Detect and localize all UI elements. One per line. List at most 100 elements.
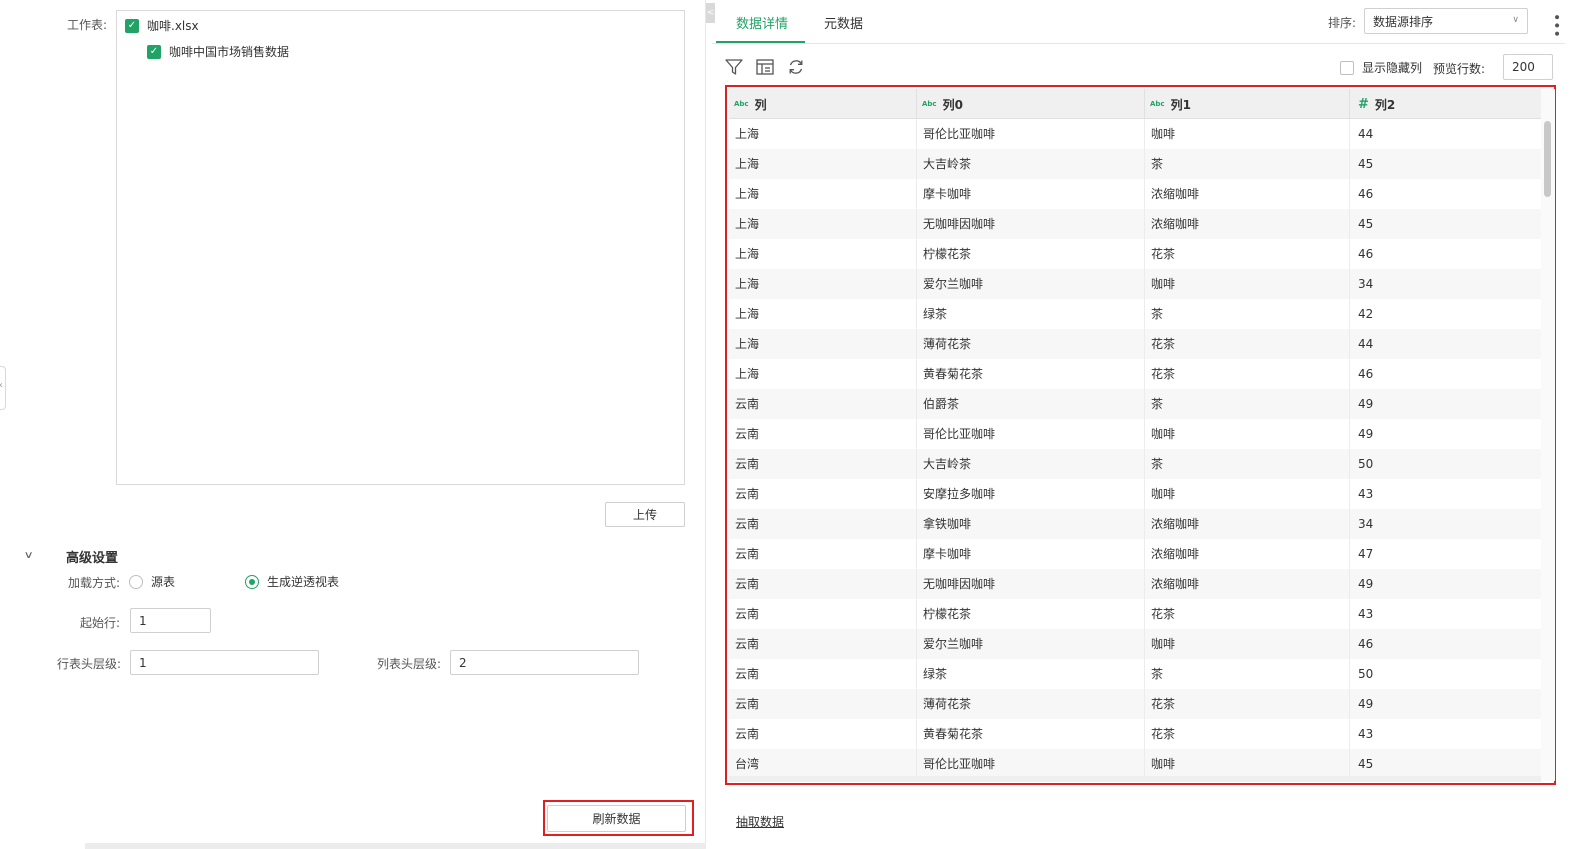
sort-select[interactable]: 数据源排序 ∨ (1364, 8, 1528, 34)
table-row[interactable]: 上海 摩卡咖啡 浓缩咖啡 46 (729, 179, 1541, 209)
col-header-level-label: 列表头层级: (377, 657, 442, 671)
vertical-scrollbar[interactable] (1541, 89, 1555, 781)
table-cell: 柠檬花茶 (917, 599, 1145, 629)
table-row[interactable]: 云南 柠檬花茶 花茶 43 (729, 599, 1541, 629)
table-horizontal-scrollbar[interactable] (729, 776, 1541, 782)
load-mode-label: 加载方式: (68, 576, 121, 590)
radio-source-table[interactable]: 源表 (129, 573, 175, 590)
table-row[interactable]: 云南 安摩拉多咖啡 咖啡 43 (729, 479, 1541, 509)
preview-rows-label: 预览行数: (1433, 62, 1486, 76)
table-row[interactable]: 云南 无咖啡因咖啡 浓缩咖啡 49 (729, 569, 1541, 599)
refresh-data-button[interactable]: 刷新数据 (547, 805, 686, 832)
table-cell: 浓缩咖啡 (1145, 539, 1350, 569)
column-header[interactable]: Abc 列1 (1145, 89, 1350, 119)
table-cell: 茶 (1145, 149, 1350, 179)
table-cell: 花茶 (1145, 599, 1350, 629)
left-collapse-handle[interactable]: ‹ (0, 366, 6, 410)
column-header-label: 列 (754, 97, 767, 112)
column-header-label: 列2 (1374, 97, 1396, 112)
table-row[interactable]: 上海 爱尔兰咖啡 咖啡 34 (729, 269, 1541, 299)
show-hidden-columns-toggle[interactable]: 显示隐藏列 (1340, 59, 1422, 76)
table-cell: 哥伦比亚咖啡 (917, 419, 1145, 449)
table-cell: 45 (1358, 217, 1374, 231)
table-cell: 咖啡 (1145, 629, 1350, 659)
table-row[interactable]: 上海 薄荷花茶 花茶 44 (729, 329, 1541, 359)
table-cell: 咖啡 (1145, 119, 1350, 149)
radio-unpivot-table[interactable]: 生成逆透视表 (245, 573, 339, 590)
checkbox-checked-icon[interactable]: ✓ (147, 44, 161, 59)
table-row[interactable]: 云南 拿铁咖啡 浓缩咖啡 34 (729, 509, 1541, 539)
scrollbar-thumb[interactable] (1544, 121, 1551, 197)
table-cell: 黄春菊花茶 (917, 359, 1145, 389)
tree-item-file[interactable]: ✓ 咖啡.xlsx (125, 17, 199, 34)
column-header[interactable]: # 列2 (1350, 89, 1541, 119)
filter-icon[interactable] (724, 57, 744, 77)
table-cell: 46 (1358, 187, 1374, 201)
table-row[interactable]: 云南 摩卡咖啡 浓缩咖啡 47 (729, 539, 1541, 569)
table-header: Abc 列 Abc 列0 Abc 列1 # 列2 (729, 89, 1541, 119)
table-cell: 49 (1358, 397, 1374, 411)
text-type-icon: Abc (734, 100, 749, 108)
table-cell: 50 (1358, 667, 1374, 681)
table-cell: 43 (1358, 487, 1374, 501)
checkbox-icon[interactable] (1340, 60, 1354, 75)
table-cell: 大吉岭茶 (917, 149, 1145, 179)
table-cell: 柠檬花茶 (917, 239, 1145, 269)
checkbox-checked-icon[interactable]: ✓ (125, 18, 139, 33)
column-header[interactable]: Abc 列0 (917, 89, 1145, 119)
table-cell: 47 (1358, 547, 1374, 561)
table-cell: 浓缩咖啡 (1145, 179, 1350, 209)
chevron-down-icon[interactable]: ∨ (24, 550, 34, 561)
table-row[interactable]: 上海 黄春菊花茶 花茶 46 (729, 359, 1541, 389)
sort-label: 排序: (1328, 16, 1357, 30)
table-cell: 46 (1358, 637, 1374, 651)
table-cell: 46 (1358, 247, 1374, 261)
radio-label: 生成逆透视表 (267, 575, 340, 589)
table-row[interactable]: 云南 哥伦比亚咖啡 咖啡 49 (729, 419, 1541, 449)
horizontal-scrollbar[interactable] (85, 843, 706, 849)
tree-item-sheet[interactable]: ✓ 咖啡中国市场销售数据 (147, 43, 289, 60)
table-cell: 49 (1358, 697, 1374, 711)
radio-circle[interactable] (129, 574, 143, 589)
table-cell: 绿茶 (917, 299, 1145, 329)
tab-metadata[interactable]: 元数据 (824, 13, 863, 32)
data-table: Abc 列 Abc 列0 Abc 列1 # 列2 上海 哥伦比亚咖啡 咖啡 44… (729, 89, 1541, 781)
table-cell: 上海 (729, 299, 917, 329)
table-row[interactable]: 云南 大吉岭茶茶 50 (729, 449, 1541, 479)
column-settings-icon[interactable] (755, 57, 775, 77)
table-row[interactable]: 云南 爱尔兰咖啡 咖啡 46 (729, 629, 1541, 659)
row-header-level-input[interactable] (130, 650, 319, 675)
table-row[interactable]: 上海 无咖啡因咖啡 浓缩咖啡 45 (729, 209, 1541, 239)
extract-data-link[interactable]: 抽取数据 (736, 813, 784, 830)
table-row[interactable]: 云南 黄春菊花茶 花茶 43 (729, 719, 1541, 749)
col-header-level-input[interactable] (450, 650, 639, 675)
table-cell: 上海 (729, 119, 917, 149)
refresh-icon[interactable] (786, 57, 806, 77)
table-cell: 花茶 (1145, 359, 1350, 389)
table-row[interactable]: 云南 伯爵茶茶 49 (729, 389, 1541, 419)
worksheet-tree: ✓ 咖啡.xlsx ✓ 咖啡中国市场销售数据 (116, 10, 685, 485)
start-row-input[interactable] (130, 608, 211, 633)
table-row[interactable]: 上海 哥伦比亚咖啡 咖啡 44 (729, 119, 1541, 149)
table-row[interactable]: 云南 薄荷花茶 花茶 49 (729, 689, 1541, 719)
tab-data-details[interactable]: 数据详情 (736, 13, 788, 32)
table-row[interactable]: 上海 柠檬花茶 花茶 46 (729, 239, 1541, 269)
upload-button[interactable]: 上传 (605, 502, 685, 527)
table-cell: 爱尔兰咖啡 (917, 269, 1145, 299)
table-row[interactable]: 上海 大吉岭茶茶 45 (729, 149, 1541, 179)
worksheet-label: 工作表: (67, 18, 108, 32)
active-tab-indicator (716, 41, 805, 43)
table-row[interactable]: 云南 绿茶茶 50 (729, 659, 1541, 689)
column-header[interactable]: Abc 列 (729, 89, 917, 119)
table-row[interactable]: 台湾 哥伦比亚咖啡 咖啡 45 (729, 749, 1541, 779)
more-options-icon[interactable]: ••• (1548, 13, 1564, 38)
column-header-label: 列1 (1170, 97, 1191, 112)
table-cell: 49 (1358, 577, 1374, 591)
radio-label: 源表 (151, 575, 176, 589)
preview-rows-input[interactable]: 200 (1503, 54, 1553, 80)
tab-bar: 数据详情 元数据 排序: 数据源排序 ∨ ••• (712, 0, 1565, 44)
table-cell: 云南 (729, 719, 917, 749)
table-cell: 44 (1358, 127, 1374, 141)
table-row[interactable]: 上海 绿茶茶 42 (729, 299, 1541, 329)
radio-circle-selected[interactable] (245, 574, 259, 589)
